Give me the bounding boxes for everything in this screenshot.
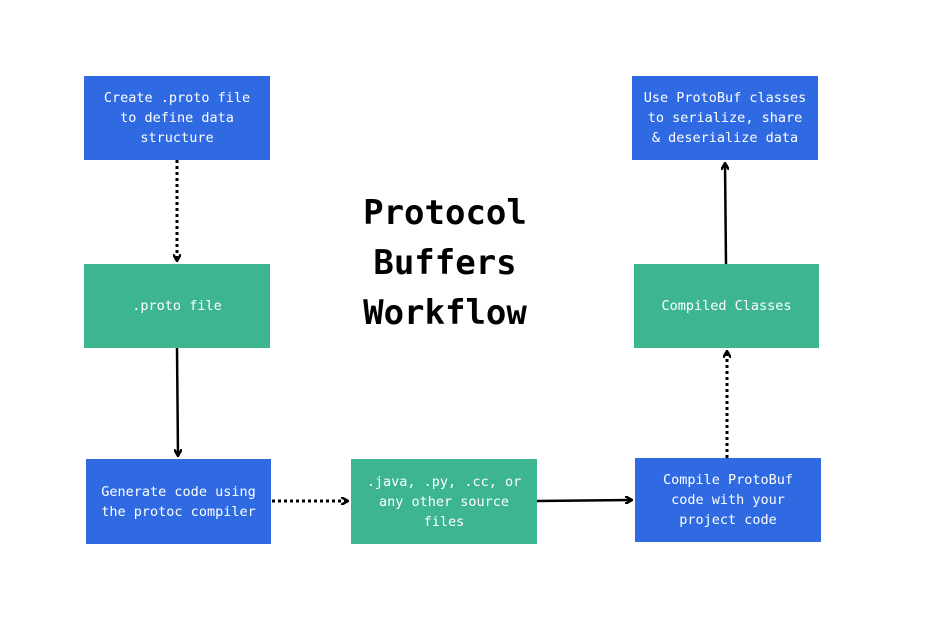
node-source-files: .java, .py, .cc, or any other source fil… [351,459,537,544]
arrow-b2-b3 [177,347,178,455]
arrow-b4-b5 [536,500,631,501]
arrow-b6-b7 [725,164,726,265]
node-generate-code: Generate code using the protoc compiler [86,459,271,544]
node-compile-protobuf: Compile ProtoBuf code with your project … [635,458,821,542]
node-compiled-classes: Compiled Classes [634,264,819,348]
node-use-protobuf-classes: Use ProtoBuf classes to serialize, share… [632,76,818,160]
diagram-title: Protocol Buffers Workflow [363,193,527,333]
node-proto-file: .proto file [84,264,270,348]
node-create-proto-file: Create .proto file to define data struct… [84,76,270,160]
